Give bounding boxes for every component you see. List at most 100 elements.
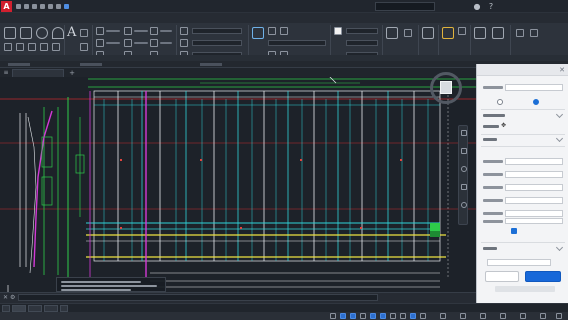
option-radio-selected[interactable] (533, 99, 539, 105)
color-select[interactable] (346, 28, 378, 34)
polar-icon[interactable] (370, 313, 376, 319)
hatch-block[interactable] (430, 223, 440, 231)
annotation-icon[interactable] (440, 313, 446, 319)
grid-marker[interactable] (300, 159, 302, 161)
table-tool-icon[interactable] (180, 27, 188, 35)
panel-expander[interactable] (200, 63, 222, 66)
help-icon[interactable]: ? (484, 1, 498, 12)
chevron-down-icon[interactable] (555, 110, 564, 119)
fillet-tool-icon[interactable] (150, 39, 158, 47)
property-field[interactable] (505, 218, 563, 224)
tab-layout1[interactable] (28, 305, 42, 312)
transparency-icon[interactable] (410, 313, 416, 319)
zoom-icon[interactable] (461, 148, 467, 154)
customize-icon[interactable] (556, 313, 562, 319)
tab-drawing[interactable] (12, 69, 64, 77)
view-section-icon[interactable] (492, 27, 504, 39)
point-tool-icon[interactable] (52, 43, 60, 51)
model-space-icon[interactable] (330, 313, 336, 319)
polyline-tool-icon[interactable] (20, 27, 32, 39)
redo-icon[interactable] (56, 4, 61, 9)
view-cube[interactable] (430, 72, 464, 106)
dimension-box[interactable] (41, 176, 53, 206)
tab-model[interactable] (12, 305, 26, 312)
property-field[interactable] (505, 197, 563, 204)
dim-style-select[interactable] (192, 40, 242, 46)
ungroup-tool-icon[interactable] (404, 29, 412, 37)
section-heading[interactable] (483, 247, 497, 250)
option-radio[interactable] (497, 99, 503, 105)
view-cube-icon[interactable] (440, 81, 452, 94)
pan-icon[interactable] (461, 130, 467, 136)
leader-tool-icon[interactable] (80, 43, 88, 51)
panel-expander[interactable] (80, 63, 102, 66)
paste-icon[interactable] (442, 27, 454, 39)
search-input[interactable] (375, 2, 435, 11)
property-field[interactable] (487, 259, 551, 266)
circle-tool-icon[interactable] (36, 27, 48, 39)
otrack-icon[interactable] (390, 313, 396, 319)
cancel-button[interactable] (485, 271, 519, 282)
property-field[interactable] (505, 184, 563, 191)
minimize-button[interactable] (512, 1, 526, 12)
chevron-down-icon[interactable] (555, 134, 564, 143)
showmotion-icon[interactable] (461, 184, 467, 190)
osnap-icon[interactable] (380, 313, 386, 319)
ortho-icon[interactable] (360, 313, 366, 319)
view-base-icon[interactable] (474, 27, 486, 39)
selection-icon[interactable] (420, 313, 426, 319)
ellipse-tool-icon[interactable] (28, 43, 36, 51)
magenta-profile[interactable] (33, 110, 53, 268)
copy-clip-icon[interactable] (458, 27, 466, 35)
open-file-icon[interactable] (24, 4, 29, 9)
diagonal-line[interactable] (328, 77, 337, 84)
spline-tool-icon[interactable] (40, 43, 48, 51)
ok-button[interactable] (525, 271, 561, 282)
new-tab-button[interactable]: + (68, 69, 76, 77)
grid-marker[interactable] (120, 227, 122, 229)
rotate-tool-icon[interactable] (124, 27, 132, 35)
grid-marker[interactable] (120, 159, 122, 161)
layer-lock-icon[interactable] (280, 27, 288, 35)
isolate-icon[interactable] (500, 313, 506, 319)
new-file-icon[interactable] (16, 4, 21, 9)
block-insert-icon[interactable] (516, 29, 524, 37)
fullscreen-icon[interactable] (520, 313, 526, 319)
name-field[interactable] (505, 84, 563, 91)
tab-layout2[interactable] (44, 305, 58, 312)
arc-tool-icon[interactable] (52, 27, 64, 39)
maximize-button[interactable] (528, 1, 542, 12)
chevron-down-icon[interactable] (555, 243, 564, 252)
move-tool-icon[interactable] (96, 27, 104, 35)
section-heading[interactable] (483, 114, 505, 117)
grid-marker[interactable] (200, 159, 202, 161)
command-input[interactable] (18, 294, 378, 301)
color-swatch-icon[interactable] (334, 27, 342, 35)
rectangle-tool-icon[interactable] (4, 43, 12, 51)
panel-expander[interactable] (8, 63, 30, 66)
user-icon[interactable]: ● (470, 1, 484, 12)
snap-icon[interactable] (350, 313, 356, 319)
orbit-icon[interactable] (461, 166, 467, 172)
layout-menu-icon[interactable] (2, 305, 10, 312)
section-heading[interactable] (483, 138, 497, 141)
units-icon[interactable] (480, 313, 486, 319)
drawing-canvas[interactable] (0, 77, 476, 303)
save-icon[interactable] (32, 4, 37, 9)
layer-freeze-icon[interactable] (268, 27, 276, 35)
settings-icon[interactable] (540, 313, 546, 319)
workspace-icon[interactable] (460, 313, 466, 319)
copy-tool-icon[interactable] (96, 39, 104, 47)
dimension-tool-icon[interactable] (80, 29, 88, 37)
grid-icon[interactable] (340, 313, 346, 319)
grid-marker[interactable] (240, 227, 242, 229)
close-icon[interactable]: ✕ (558, 66, 566, 74)
markup-tool-icon[interactable] (180, 39, 188, 47)
close-button[interactable] (546, 1, 560, 12)
hatch-tool-icon[interactable] (16, 43, 24, 51)
lineweight-icon[interactable] (400, 313, 406, 319)
cad-drawing[interactable] (0, 77, 476, 303)
layer-select[interactable] (268, 40, 326, 46)
section-heading[interactable] (483, 125, 499, 128)
text-tool-icon[interactable]: A (67, 25, 77, 41)
